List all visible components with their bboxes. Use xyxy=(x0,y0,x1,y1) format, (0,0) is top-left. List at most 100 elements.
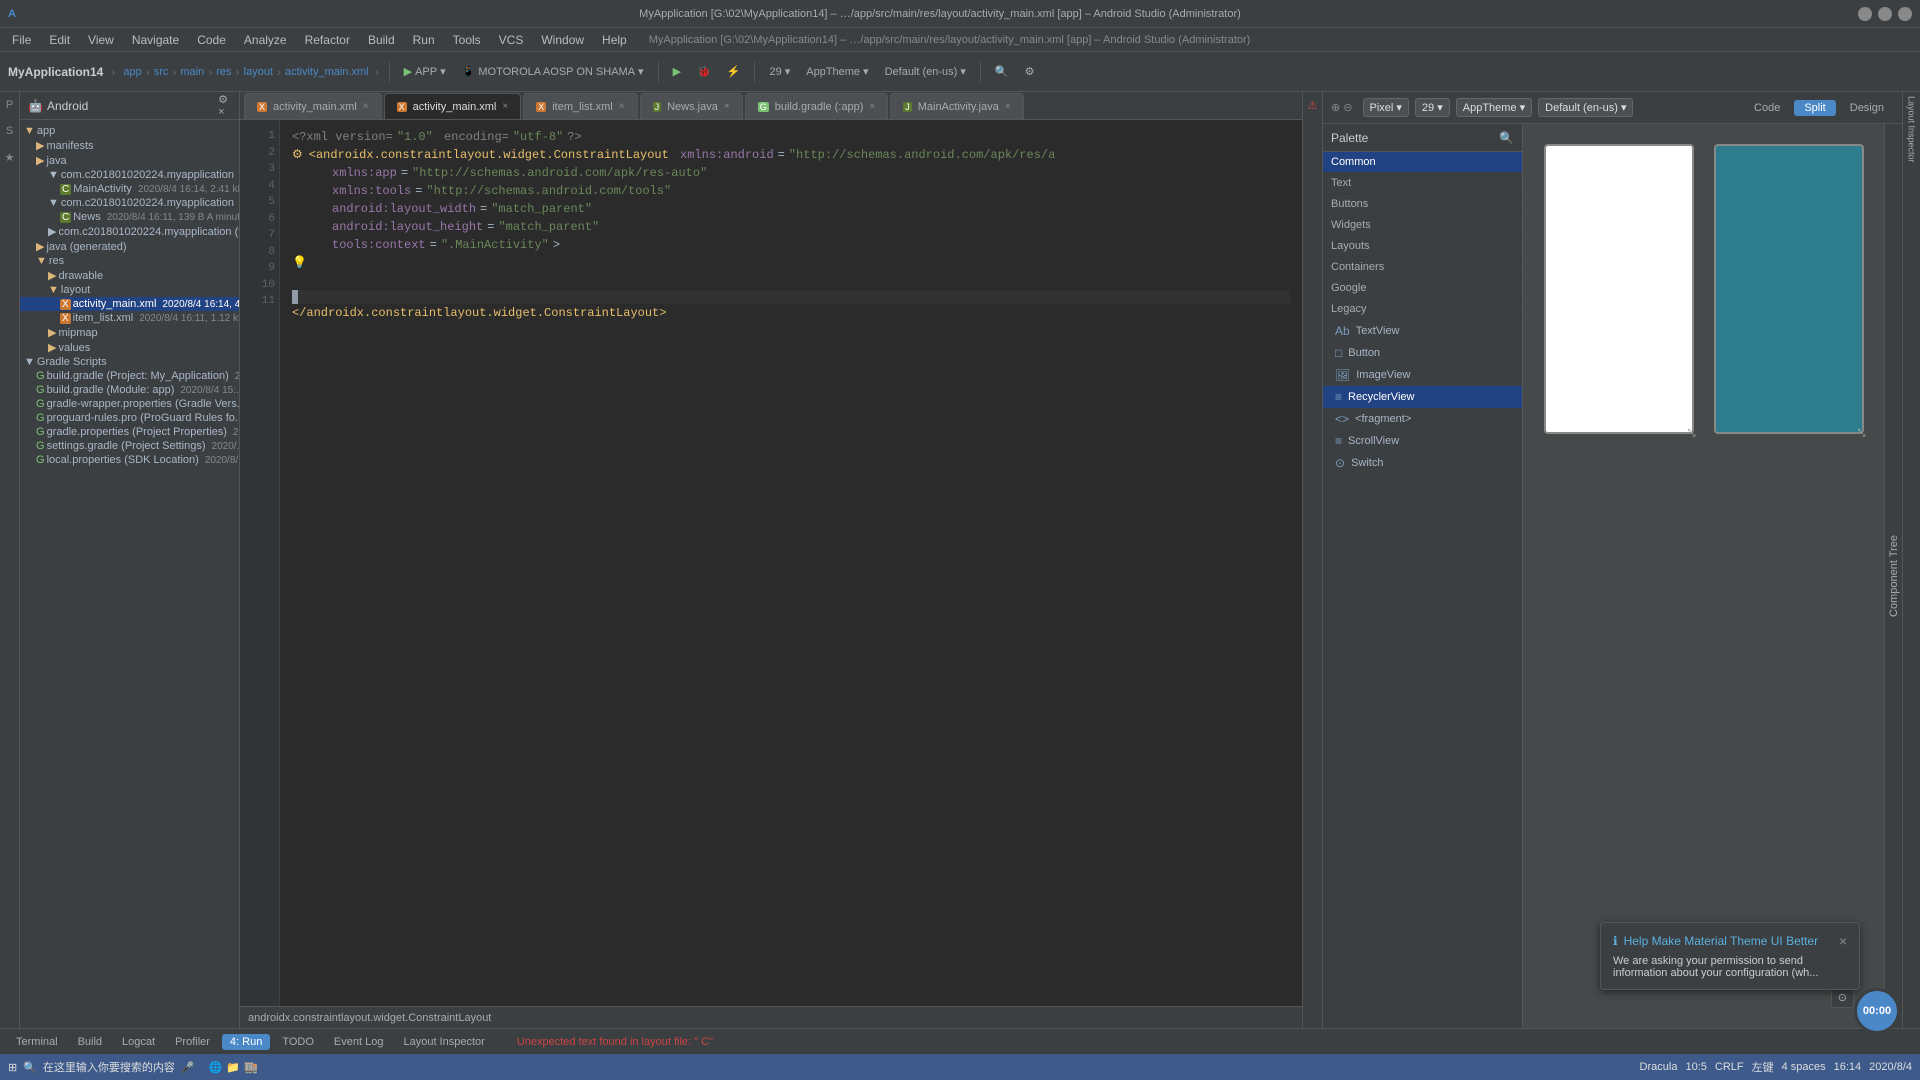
structure-tool-button[interactable]: S xyxy=(1,122,19,140)
split-mode-button[interactable]: Split xyxy=(1794,100,1835,116)
close-button[interactable] xyxy=(1898,7,1912,21)
tab-logcat[interactable]: Logcat xyxy=(114,1034,163,1050)
profile-button[interactable]: ⚡ xyxy=(721,62,747,81)
favorites-tool-button[interactable]: ★ xyxy=(1,148,19,166)
palette-category-google[interactable]: Google xyxy=(1323,278,1522,299)
locale-design-dropdown[interactable]: Default (en-us) ▾ xyxy=(1538,98,1633,117)
debug-button[interactable]: 🐞 xyxy=(691,62,717,81)
tab-build-gradle[interactable]: G build.gradle (:app) × xyxy=(745,93,889,119)
menu-view[interactable]: View xyxy=(80,31,122,49)
menu-file[interactable]: File xyxy=(4,31,39,49)
project-settings-button[interactable]: ⚙ xyxy=(215,93,231,106)
toolbar-run-config-dropdown[interactable]: ▶ APP ▾ xyxy=(398,62,452,81)
menu-window[interactable]: Window xyxy=(533,31,592,49)
menu-analyze[interactable]: Analyze xyxy=(236,31,295,49)
palette-item-fragment[interactable]: <> <fragment> xyxy=(1323,408,1522,430)
menu-vcs[interactable]: VCS xyxy=(491,31,532,49)
tree-item-res[interactable]: ▼ res xyxy=(20,254,239,268)
tab-news-java[interactable]: J News.java × xyxy=(640,93,743,119)
tree-item-drawable[interactable]: ▶ drawable xyxy=(20,268,239,283)
palette-category-legacy[interactable]: Legacy xyxy=(1323,299,1522,320)
menu-navigate[interactable]: Navigate xyxy=(124,31,187,49)
palette-item-switch[interactable]: ⊙ Switch xyxy=(1323,452,1522,474)
tab-build[interactable]: Build xyxy=(70,1034,110,1050)
tree-item-build-gradle-app[interactable]: G build.gradle (Module: app) 2020/8/4 15… xyxy=(20,383,239,397)
menu-tools[interactable]: Tools xyxy=(445,31,489,49)
palette-category-containers[interactable]: Containers xyxy=(1323,257,1522,278)
menu-help[interactable]: Help xyxy=(594,31,635,49)
project-close-button[interactable]: × xyxy=(215,106,227,118)
tree-item-build-gradle-project[interactable]: G build.gradle (Project: My_Application)… xyxy=(20,369,239,383)
layout-inspector-button[interactable]: Layout Inspector xyxy=(1903,96,1920,163)
palette-category-common[interactable]: Common xyxy=(1323,152,1522,173)
tab-close-icon[interactable]: × xyxy=(502,101,508,112)
palette-item-textview[interactable]: Ab TextView xyxy=(1323,320,1522,342)
palette-category-text[interactable]: Text xyxy=(1323,173,1522,194)
folder-icon[interactable]: 📁 xyxy=(226,1061,240,1074)
search-everywhere-button[interactable]: 🔍 xyxy=(989,62,1015,81)
error-icon[interactable]: ⚠ xyxy=(1304,96,1322,114)
minimize-button[interactable] xyxy=(1858,7,1872,21)
tab-layout-inspector[interactable]: Layout Inspector xyxy=(395,1034,492,1050)
palette-item-recyclerview[interactable]: ≡ RecyclerView xyxy=(1323,386,1522,408)
toolbar-device-dropdown[interactable]: 📱 MOTOROLA AOSP ON SHAMA ▾ xyxy=(456,62,650,81)
palette-item-scrollview[interactable]: ≡ ScrollView xyxy=(1323,430,1522,452)
resize-handle-icon2[interactable]: ⤡ xyxy=(1858,428,1870,440)
theme-dropdown[interactable]: AppTheme▾ xyxy=(800,62,874,81)
sdk-design-dropdown[interactable]: 29 ▾ xyxy=(1415,98,1450,117)
code-editor[interactable]: <?xml version="1.0" encoding="utf-8"?> ⚙… xyxy=(280,120,1302,1006)
tree-item-layout[interactable]: ▼ layout xyxy=(20,283,239,297)
component-tree-sidebar[interactable]: Component Tree xyxy=(1884,124,1902,1028)
tree-item-package1[interactable]: ▼ com.c201801020224.myapplication xyxy=(20,168,239,182)
menu-build[interactable]: Build xyxy=(360,31,403,49)
menu-refactor[interactable]: Refactor xyxy=(297,31,358,49)
tree-item-news[interactable]: C News 2020/8/4 16:11, 139 B A minut... xyxy=(20,210,239,224)
palette-search-icon[interactable]: 🔍 xyxy=(1499,131,1514,145)
pixel-dropdown[interactable]: Pixel ▾ xyxy=(1363,98,1409,117)
project-tool-button[interactable]: P xyxy=(1,96,19,114)
tree-item-item-list-xml[interactable]: X item_list.xml 2020/8/4 16:11, 1.12 kB xyxy=(20,311,239,325)
palette-category-layouts[interactable]: Layouts xyxy=(1323,236,1522,257)
tree-item-package2[interactable]: ▼ com.c201801020224.myapplication xyxy=(20,196,239,210)
tree-item-activity-main-xml[interactable]: X activity_main.xml 2020/8/4 16:14, 44..… xyxy=(20,297,239,311)
tree-item-proguard[interactable]: G proguard-rules.pro (ProGuard Rules fo.… xyxy=(20,411,239,425)
palette-category-buttons[interactable]: Buttons xyxy=(1323,194,1522,215)
palette-item-button[interactable]: □ Button xyxy=(1323,342,1522,364)
tree-item-java-generated[interactable]: ▶ java (generated) xyxy=(20,239,239,254)
run-button[interactable]: ▶ xyxy=(667,62,687,81)
tab-activity-main-xml-active[interactable]: X activity_main.xml × xyxy=(384,93,522,119)
tab-run[interactable]: 4: Run xyxy=(222,1034,270,1050)
tab-profiler[interactable]: Profiler xyxy=(167,1034,218,1050)
tab-close-icon[interactable]: × xyxy=(619,101,625,112)
chrome-icon[interactable]: 🌐 xyxy=(209,1061,223,1074)
tree-item-package3[interactable]: ▶ com.c201801020224.myapplication (t... xyxy=(20,224,239,239)
tab-terminal[interactable]: Terminal xyxy=(8,1034,66,1050)
tab-activity-main-xml[interactable]: X activity_main.xml × xyxy=(244,93,382,119)
tree-item-manifests[interactable]: ▶ manifests xyxy=(20,138,239,153)
sdk-dropdown[interactable]: 29▾ xyxy=(763,62,796,81)
tree-item-mainactivity[interactable]: C MainActivity 2020/8/4 16:14, 2.41 kB xyxy=(20,182,239,196)
tab-close-icon[interactable]: × xyxy=(724,101,730,112)
menu-edit[interactable]: Edit xyxy=(41,31,78,49)
tree-item-local-properties[interactable]: G local.properties (SDK Location) 2020/8… xyxy=(20,453,239,467)
design-mode-button[interactable]: Design xyxy=(1840,100,1894,116)
settings-button[interactable]: ⚙ xyxy=(1019,62,1041,81)
menu-code[interactable]: Code xyxy=(189,31,234,49)
tree-item-gradle-properties[interactable]: G gradle.properties (Project Properties)… xyxy=(20,425,239,439)
tab-close-icon[interactable]: × xyxy=(1005,101,1011,112)
palette-item-imageview[interactable]: 🖼 ImageView xyxy=(1323,364,1522,386)
notification-close-button[interactable]: × xyxy=(1839,933,1847,949)
tree-item-gradle-wrapper[interactable]: G gradle-wrapper.properties (Gradle Vers… xyxy=(20,397,239,411)
tree-item-values[interactable]: ▶ values xyxy=(20,340,239,355)
tree-item-settings-gradle[interactable]: G settings.gradle (Project Settings) 202… xyxy=(20,439,239,453)
tab-item-list-xml[interactable]: X item_list.xml × xyxy=(523,93,637,119)
resize-handle-icon[interactable]: ⤡ xyxy=(1688,428,1700,440)
tab-close-icon[interactable]: × xyxy=(869,101,875,112)
maximize-button[interactable] xyxy=(1878,7,1892,21)
tree-item-java[interactable]: ▶ java xyxy=(20,153,239,168)
menu-run[interactable]: Run xyxy=(405,31,443,49)
tree-item-mipmap[interactable]: ▶ mipmap xyxy=(20,325,239,340)
tree-item-gradle-scripts[interactable]: ▼ Gradle Scripts xyxy=(20,355,239,369)
tab-mainactivity-java[interactable]: J MainActivity.java × xyxy=(890,93,1023,119)
store-icon[interactable]: 🏬 xyxy=(244,1061,258,1074)
